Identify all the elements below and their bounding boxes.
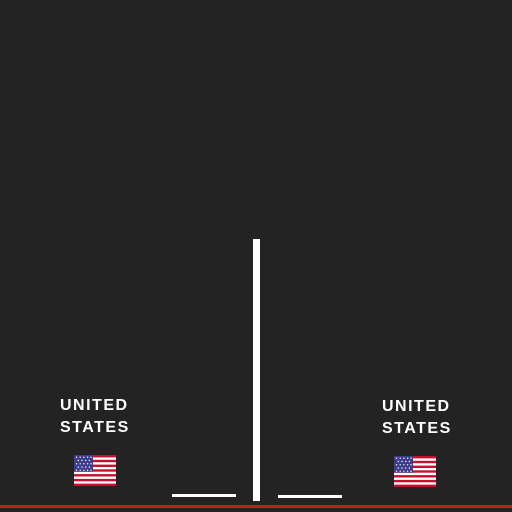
ground-line xyxy=(0,505,512,508)
us-flag-icon xyxy=(74,455,116,486)
right-player-paddle xyxy=(278,495,342,498)
net-pole xyxy=(253,239,260,501)
us-flag-icon xyxy=(394,456,436,487)
right-player-country-label: UNITED STATES xyxy=(382,398,452,437)
left-player-paddle xyxy=(172,494,236,497)
game-canvas[interactable]: UNITED STATES UNITED STATES xyxy=(0,0,512,512)
left-player-country-label: UNITED STATES xyxy=(60,397,130,436)
